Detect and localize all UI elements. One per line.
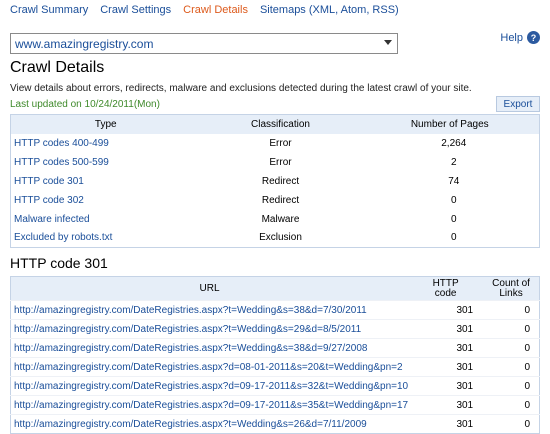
table-row: HTTP codes 400-499 Error 2,264 — [11, 134, 540, 153]
http-code-cell: 301 — [408, 357, 484, 377]
type-link[interactable]: HTTP code 302 — [11, 191, 201, 210]
url-link[interactable]: http://amazingregistry.com/DateRegistrie… — [10, 376, 409, 396]
classification-cell: Redirect — [261, 194, 300, 206]
help-link[interactable]: Help ? — [500, 31, 540, 44]
url-detail-table: URL HTTP code Count of Links http://amaz… — [10, 276, 540, 434]
table-row: HTTP codes 500-599 Error 2 — [11, 153, 540, 172]
classification-cell: Error — [269, 156, 292, 168]
table-row: http://amazingregistry.com/DateRegistrie… — [10, 300, 540, 320]
col-header-pages: Number of Pages — [360, 114, 540, 134]
http-code-cell: 301 — [408, 395, 484, 415]
http-code-cell: 301 — [408, 414, 484, 434]
pages-count-cell: 0 — [450, 194, 457, 206]
url-link[interactable]: http://amazingregistry.com/DateRegistrie… — [10, 357, 409, 377]
tab-crawl-summary[interactable]: Crawl Summary — [10, 4, 88, 16]
tab-crawl-details[interactable]: Crawl Details — [183, 4, 248, 16]
tab-sitemaps[interactable]: Sitemaps (XML, Atom, RSS) — [260, 4, 399, 16]
type-link[interactable]: HTTP code 301 — [11, 172, 201, 191]
url-link[interactable]: http://amazingregistry.com/DateRegistrie… — [10, 414, 409, 434]
table-row: http://amazingregistry.com/DateRegistrie… — [10, 414, 540, 434]
pages-count-cell: 0 — [450, 232, 457, 244]
link-count-cell: 0 — [483, 319, 540, 339]
table-row: http://amazingregistry.com/DateRegistrie… — [10, 357, 540, 377]
table-row: Malware infected Malware 0 — [11, 210, 540, 229]
table-row: http://amazingregistry.com/DateRegistrie… — [10, 395, 540, 415]
pages-count-cell: 2 — [450, 156, 457, 168]
detail-section-title: HTTP code 301 — [10, 255, 108, 271]
type-link[interactable]: HTTP codes 400-499 — [11, 134, 201, 153]
col-header-url: URL — [10, 276, 409, 301]
site-selector-dropdown[interactable]: www.amazingregistry.com — [10, 33, 398, 54]
link-count-cell: 0 — [483, 338, 540, 358]
type-link[interactable]: Malware infected — [11, 210, 201, 229]
table-row: HTTP code 301 Redirect 74 — [11, 172, 540, 191]
url-link[interactable]: http://amazingregistry.com/DateRegistrie… — [10, 395, 409, 415]
table-row: http://amazingregistry.com/DateRegistrie… — [10, 376, 540, 396]
col-header-http-code: HTTP code — [408, 276, 484, 301]
crawl-summary-table: Type Classification Number of Pages HTTP… — [10, 114, 540, 248]
page-description: View details about errors, redirects, ma… — [10, 83, 472, 94]
help-label: Help — [500, 31, 523, 44]
pages-count-cell: 0 — [450, 213, 457, 225]
link-count-cell: 0 — [483, 376, 540, 396]
http-code-cell: 301 — [408, 300, 484, 320]
table-row: http://amazingregistry.com/DateRegistrie… — [10, 338, 540, 358]
col-header-classification: Classification — [200, 114, 361, 134]
type-link[interactable]: Excluded by robots.txt — [11, 229, 201, 248]
http-code-cell: 301 — [408, 376, 484, 396]
classification-cell: Error — [269, 137, 292, 149]
table-row: HTTP code 302 Redirect 0 — [11, 191, 540, 210]
crawl-tabs: Crawl Summary Crawl Settings Crawl Detai… — [10, 4, 411, 16]
link-count-cell: 0 — [483, 414, 540, 434]
url-link[interactable]: http://amazingregistry.com/DateRegistrie… — [10, 319, 409, 339]
classification-cell: Redirect — [261, 175, 300, 187]
detail-header-row: URL HTTP code Count of Links — [10, 276, 540, 301]
url-link[interactable]: http://amazingregistry.com/DateRegistrie… — [10, 300, 409, 320]
table-row: http://amazingregistry.com/DateRegistrie… — [10, 319, 540, 339]
link-count-cell: 0 — [483, 300, 540, 320]
site-selector-value: www.amazingregistry.com — [15, 37, 154, 51]
pages-count-cell: 74 — [448, 175, 460, 187]
col-header-type: Type — [10, 114, 201, 134]
http-code-cell: 301 — [408, 319, 484, 339]
last-updated-text: Last updated on 10/24/2011(Mon) — [10, 99, 160, 110]
url-link[interactable]: http://amazingregistry.com/DateRegistrie… — [10, 338, 409, 358]
table-row: Excluded by robots.txt Exclusion 0 — [11, 229, 540, 248]
page-title: Crawl Details — [10, 59, 105, 76]
pages-count-cell: 2,264 — [441, 137, 467, 149]
summary-header-row: Type Classification Number of Pages — [10, 114, 540, 134]
link-count-cell: 0 — [483, 357, 540, 377]
col-header-count-of-links: Count of Links — [483, 276, 540, 301]
link-count-cell: 0 — [483, 395, 540, 415]
export-button[interactable]: Export — [496, 96, 540, 112]
chevron-down-icon — [384, 40, 392, 45]
question-icon: ? — [527, 31, 540, 44]
type-link[interactable]: HTTP codes 500-599 — [11, 153, 201, 172]
http-code-cell: 301 — [408, 338, 484, 358]
classification-cell: Exclusion — [259, 232, 302, 244]
classification-cell: Malware — [261, 213, 300, 225]
count-header-line-2: Links — [499, 287, 523, 299]
tab-crawl-settings[interactable]: Crawl Settings — [100, 4, 171, 16]
http-code-header-line-2: code — [434, 287, 457, 299]
